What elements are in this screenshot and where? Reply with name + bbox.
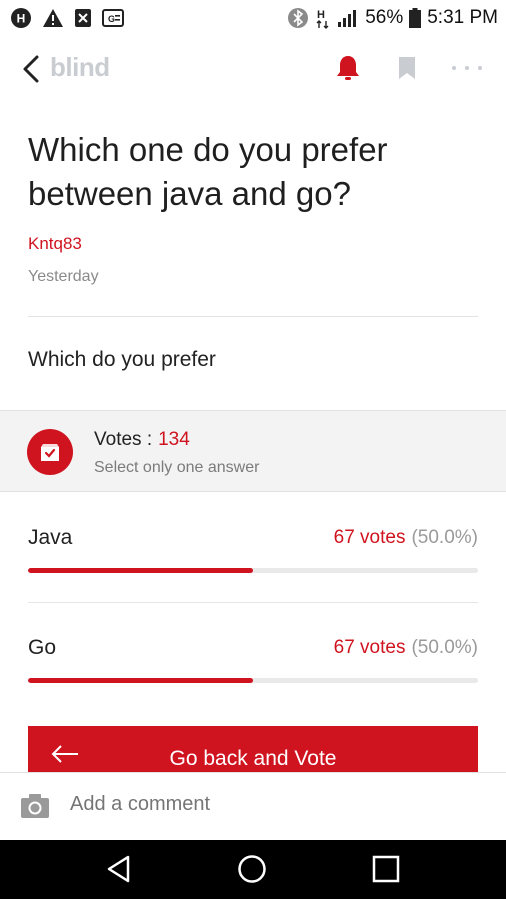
nav-back-icon[interactable] [104, 853, 136, 885]
option-label: Java [28, 526, 73, 549]
battery-percent: 56% [365, 7, 404, 28]
poll-header: Votes : 134 Select only one answer [0, 410, 506, 492]
option-progress-fill [28, 678, 253, 683]
more-dots-icon[interactable] [452, 58, 482, 78]
comment-input[interactable] [70, 793, 470, 816]
svg-text:H: H [17, 12, 26, 26]
nav-home-icon[interactable] [236, 853, 268, 885]
dot-icon [465, 66, 469, 70]
camera-icon[interactable] [20, 793, 50, 819]
status-bar: H G H 56% 5:31 PM [0, 0, 506, 36]
option-percent: (50.0%) [411, 637, 478, 658]
blind-logo[interactable]: blind [50, 52, 110, 83]
votes-label: Votes : [94, 429, 153, 450]
divider [28, 316, 478, 317]
bell-icon[interactable] [336, 54, 360, 82]
post-body: Which do you prefer [28, 348, 216, 371]
svg-text:G: G [108, 14, 115, 24]
option-label: Go [28, 636, 57, 659]
vote-button-label: Go back and Vote [169, 747, 337, 770]
post-author[interactable]: Kntq83 [28, 234, 82, 254]
battery-icon [409, 8, 422, 28]
bookmark-icon[interactable] [398, 56, 416, 80]
svg-text:H: H [317, 9, 325, 21]
option-progress-track [28, 568, 478, 573]
status-bar-left: H G [10, 7, 124, 29]
votes-line: Votes : 134 [94, 429, 190, 451]
option-votes: 67 votes (50.0%) [334, 637, 478, 659]
poll-option-java[interactable]: Java 67 votes (50.0%) [28, 526, 478, 606]
go-back-and-vote-button[interactable]: Go back and Vote [28, 726, 478, 772]
option-progress-fill [28, 568, 253, 573]
nav-recents-icon[interactable] [370, 853, 402, 885]
option-percent: (50.0%) [411, 527, 478, 548]
back-chevron-icon[interactable] [18, 50, 44, 88]
option-vote-count: 67 votes [333, 527, 406, 548]
dot-icon [478, 66, 482, 70]
hangouts-icon: H [10, 7, 32, 29]
status-bar-right: H 56% 5:31 PM [287, 7, 498, 29]
dot-icon [452, 66, 456, 70]
system-nav-bar [0, 840, 506, 899]
divider [28, 602, 478, 603]
signal-icon [337, 8, 359, 28]
warning-icon [42, 8, 64, 28]
app-header: blind [0, 40, 506, 98]
h-plus-icon: H [315, 7, 331, 29]
votes-count: 134 [158, 429, 190, 450]
post-date: Yesterday [28, 268, 99, 285]
option-vote-count: 67 votes [333, 637, 406, 658]
clock: 5:31 PM [427, 7, 498, 28]
option-votes: 67 votes (50.0%) [334, 527, 478, 549]
post-title: Which one do you prefer between java and… [28, 131, 388, 212]
select-hint: Select only one answer [94, 459, 260, 476]
ballot-box-icon [27, 429, 73, 475]
gboard-icon: G [102, 9, 124, 27]
comment-bar [0, 772, 506, 840]
x-app-icon [74, 8, 92, 28]
poll-option-go[interactable]: Go 67 votes (50.0%) [28, 636, 478, 716]
option-progress-track [28, 678, 478, 683]
bluetooth-icon [287, 7, 309, 29]
